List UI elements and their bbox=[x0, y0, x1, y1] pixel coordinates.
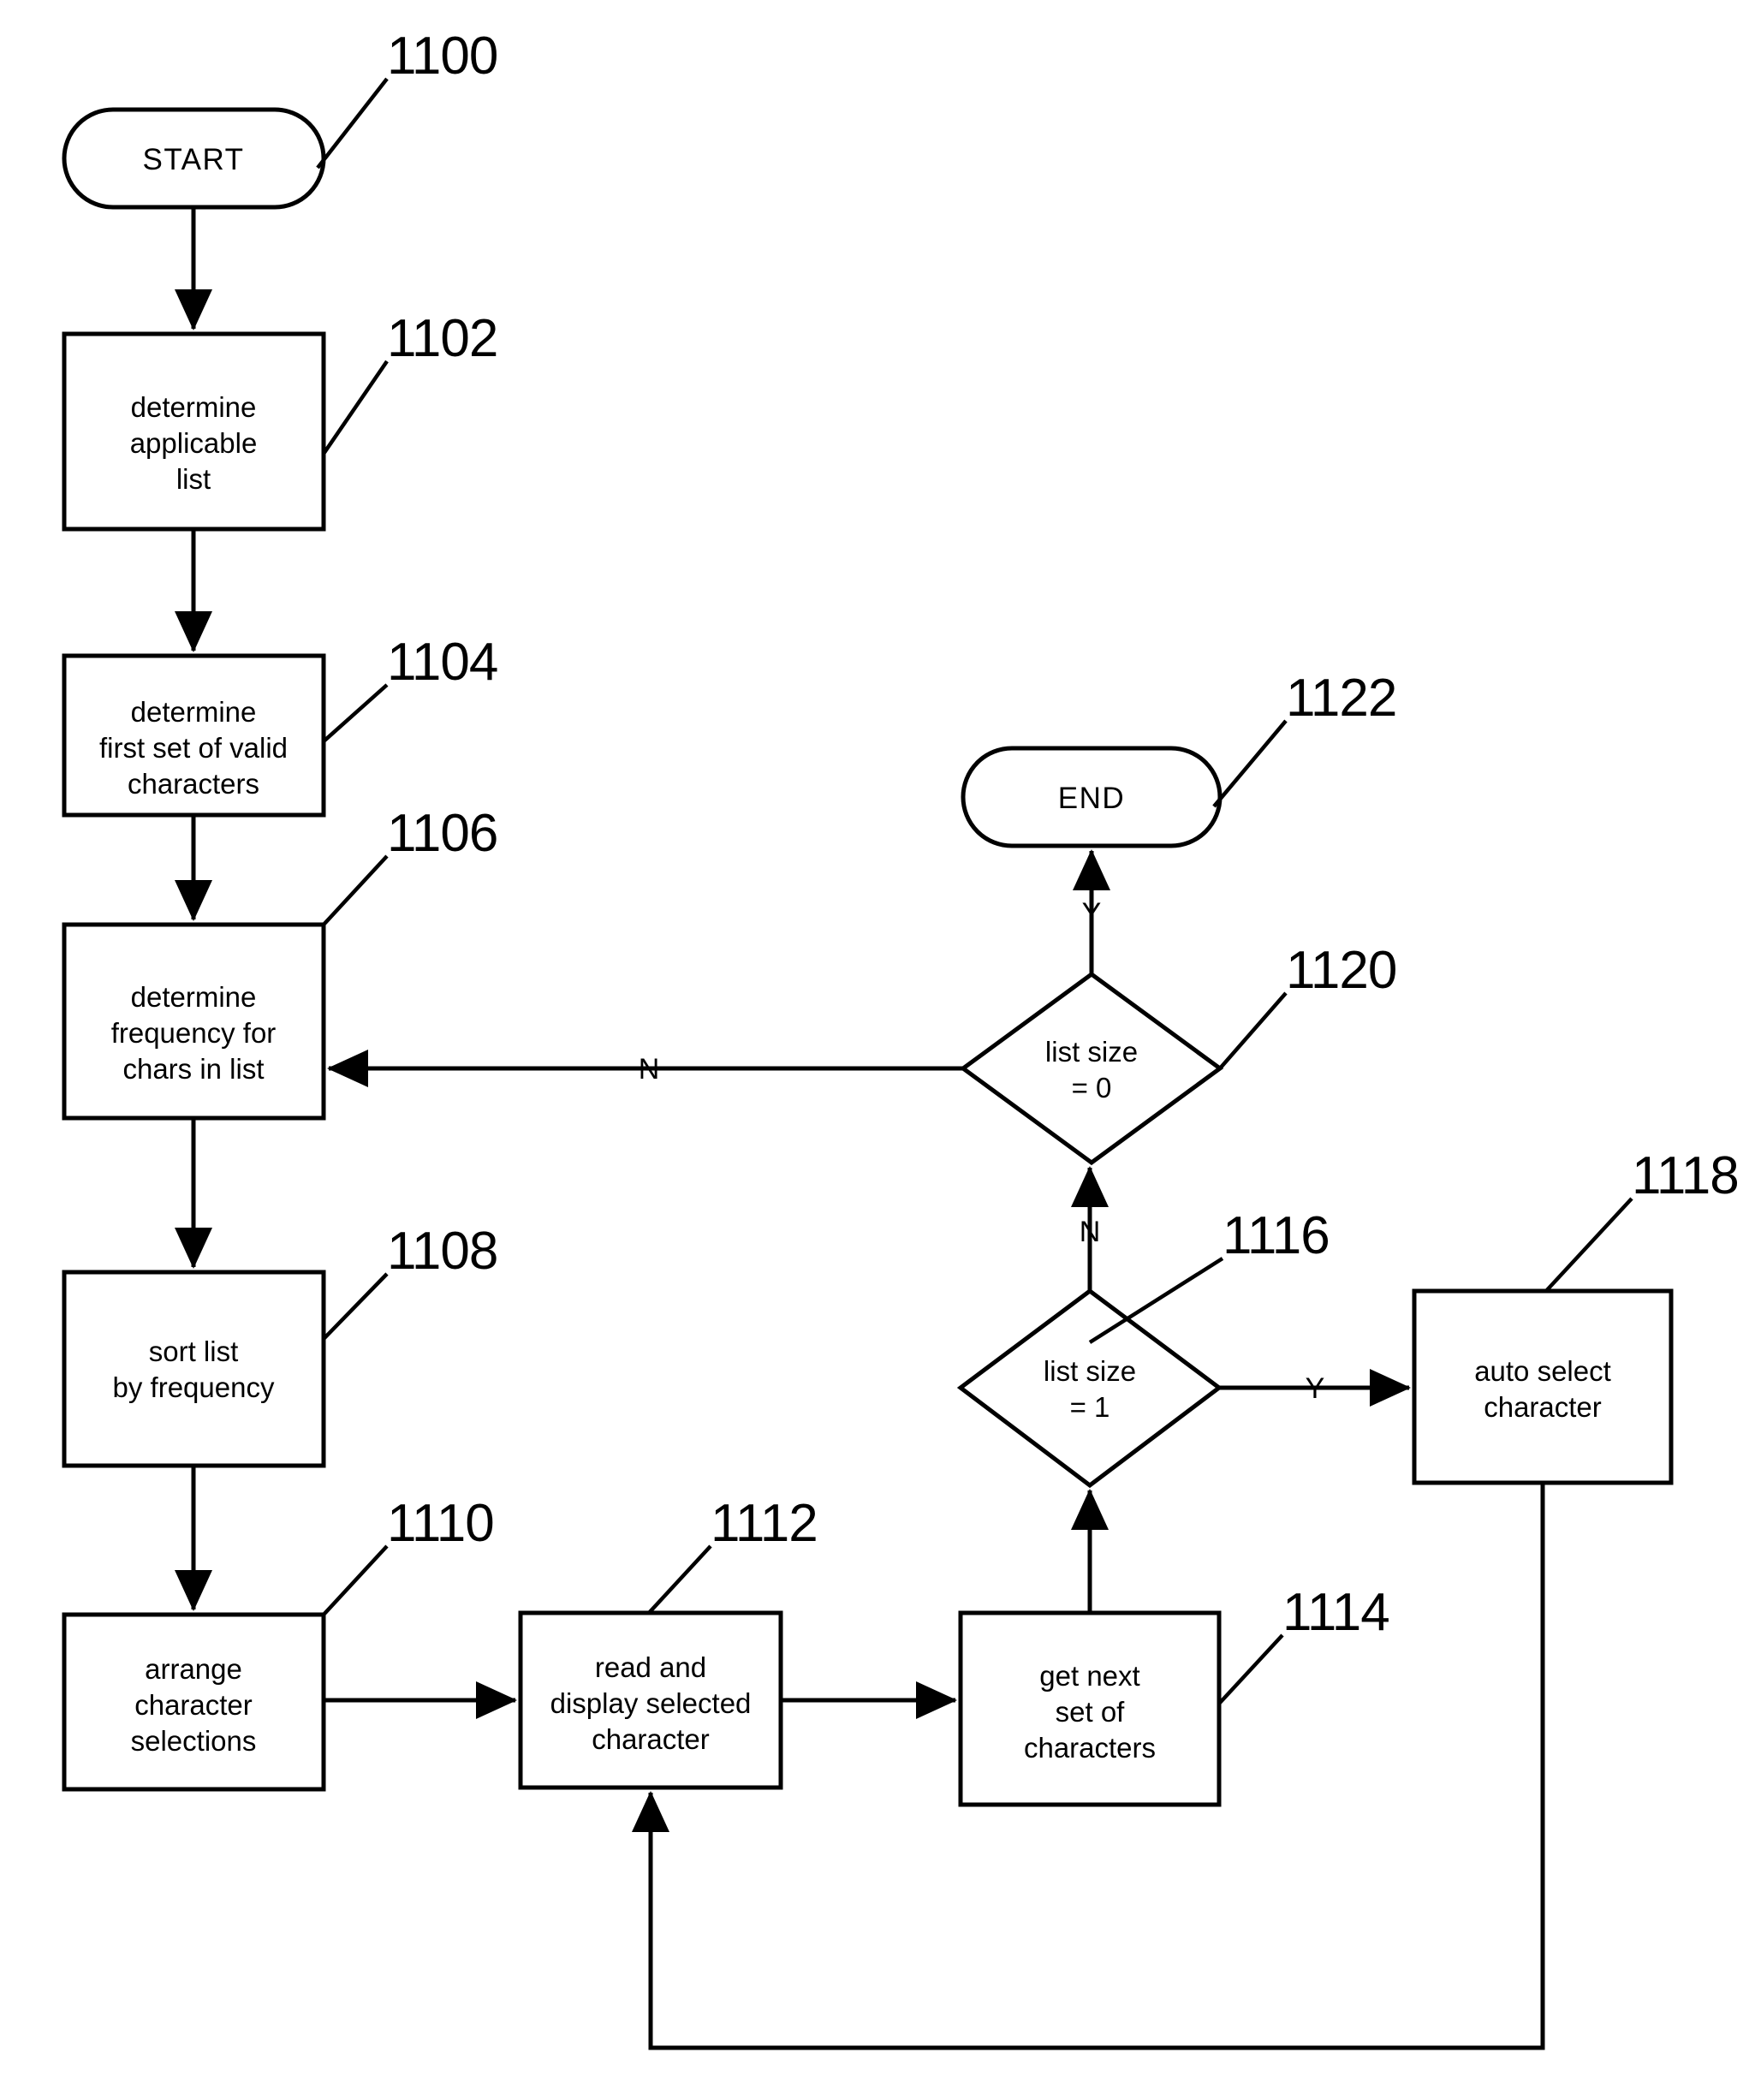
label-1108-line2: by frequency bbox=[113, 1371, 275, 1403]
end-label: END bbox=[1058, 782, 1125, 815]
node-decision-list-size-eq-1[interactable]: list size = 1 bbox=[956, 1288, 1223, 1489]
leader-line-1102 bbox=[322, 360, 389, 455]
leader-line-1106 bbox=[322, 854, 389, 926]
edge-label-1120-no: N bbox=[639, 1053, 660, 1086]
label-1114-line3: characters bbox=[1024, 1732, 1156, 1764]
label-1108-line1: sort list bbox=[149, 1336, 239, 1367]
connectors bbox=[175, 207, 1545, 2050]
edge-label-1116-no: N bbox=[1080, 1216, 1101, 1248]
label-1118-line1: auto select bbox=[1474, 1355, 1611, 1387]
label-1114-line2: set of bbox=[1056, 1696, 1126, 1728]
label-1116-line1: list size bbox=[1044, 1355, 1136, 1387]
label-1110-line1: arrange bbox=[145, 1653, 242, 1685]
label-1106-line1: determine bbox=[131, 981, 257, 1013]
node-determine-frequency-for-chars-in-list[interactable]: determine frequency for chars in list bbox=[62, 922, 326, 1121]
node-get-next-set-of-characters[interactable]: get next set of characters bbox=[958, 1610, 1222, 1807]
label-1104-line2: first set of valid bbox=[99, 732, 288, 764]
edge-label-1116-yes: Y bbox=[1306, 1372, 1325, 1405]
node-sort-list-by-frequency[interactable]: sort list by frequency bbox=[62, 1270, 326, 1468]
process-box-1108[interactable] bbox=[62, 1270, 326, 1468]
label-1118-line2: character bbox=[1484, 1391, 1602, 1423]
label-1102-line2: applicable bbox=[130, 427, 258, 459]
label-1120-line2: = 0 bbox=[1072, 1072, 1112, 1104]
ref-numeral-1108: 1108 bbox=[387, 1222, 497, 1281]
process-box-1118[interactable] bbox=[1412, 1288, 1674, 1485]
label-1110-line2: character bbox=[134, 1689, 253, 1721]
edge-label-1120-yes: Y bbox=[1082, 897, 1102, 930]
ref-numeral-1112: 1112 bbox=[711, 1494, 818, 1553]
node-decision-list-size-eq-0[interactable]: list size = 0 bbox=[959, 971, 1224, 1166]
node-auto-select-character[interactable]: auto select character bbox=[1412, 1288, 1674, 1485]
label-1102-line1: determine bbox=[131, 391, 257, 423]
ref-numeral-1116: 1116 bbox=[1223, 1206, 1330, 1265]
node-determine-first-set-of-valid-characters[interactable]: determine first set of valid characters bbox=[62, 653, 326, 818]
ref-numeral-1100: 1100 bbox=[387, 27, 497, 86]
leader-line-1110 bbox=[322, 1544, 389, 1616]
label-1110-line3: selections bbox=[131, 1725, 257, 1757]
label-1120-line1: list size bbox=[1045, 1036, 1138, 1068]
leader-line-1122 bbox=[1212, 719, 1288, 808]
label-1106-line3: chars in list bbox=[122, 1053, 264, 1085]
leader-line-1116 bbox=[1088, 1257, 1224, 1344]
label-1116-line2: = 1 bbox=[1070, 1391, 1110, 1423]
ref-numeral-1122: 1122 bbox=[1286, 669, 1396, 728]
flowchart-canvas: Y N Y N START determine applicable list … bbox=[0, 0, 1755, 2100]
label-1112-line1: read and bbox=[595, 1651, 706, 1683]
node-start[interactable]: START bbox=[62, 107, 326, 210]
flowchart-svg: Y N Y N START determine applicable list … bbox=[62, 27, 1740, 2050]
decision-diamond-1120[interactable] bbox=[959, 971, 1224, 1166]
ref-numeral-1110: 1110 bbox=[387, 1494, 494, 1553]
ref-numeral-1104: 1104 bbox=[387, 633, 497, 692]
label-1102-line3: list bbox=[176, 463, 211, 495]
leader-line-1114 bbox=[1217, 1633, 1284, 1705]
label-1104-line3: characters bbox=[128, 768, 259, 800]
leader-line-1112 bbox=[647, 1544, 712, 1615]
decision-diamond-1116[interactable] bbox=[956, 1288, 1223, 1489]
start-label: START bbox=[143, 143, 245, 176]
edge-labels: Y N Y N bbox=[639, 897, 1325, 1405]
ref-numeral-1120: 1120 bbox=[1286, 941, 1396, 1000]
label-1112-line2: display selected bbox=[550, 1687, 752, 1719]
ref-numeral-1118: 1118 bbox=[1632, 1146, 1739, 1205]
node-read-and-display-selected-character[interactable]: read and display selected character bbox=[518, 1610, 783, 1790]
leader-line-1104 bbox=[322, 683, 389, 743]
label-1106-line2: frequency for bbox=[111, 1017, 277, 1049]
ref-numeral-1102: 1102 bbox=[387, 309, 497, 368]
node-determine-applicable-list[interactable]: determine applicable list bbox=[62, 331, 326, 532]
leader-line-1118 bbox=[1544, 1197, 1633, 1293]
ref-numeral-1114: 1114 bbox=[1282, 1583, 1389, 1642]
ref-numeral-1106: 1106 bbox=[387, 804, 497, 863]
node-end[interactable]: END bbox=[961, 746, 1223, 848]
label-1104-line1: determine bbox=[131, 696, 257, 728]
node-arrange-character-selections[interactable]: arrange character selections bbox=[62, 1612, 326, 1792]
label-1112-line3: character bbox=[592, 1723, 710, 1755]
leader-line-1100 bbox=[316, 77, 389, 170]
label-1114-line1: get next bbox=[1039, 1660, 1139, 1692]
leader-line-1108 bbox=[322, 1272, 389, 1341]
leader-line-1120 bbox=[1218, 991, 1288, 1070]
